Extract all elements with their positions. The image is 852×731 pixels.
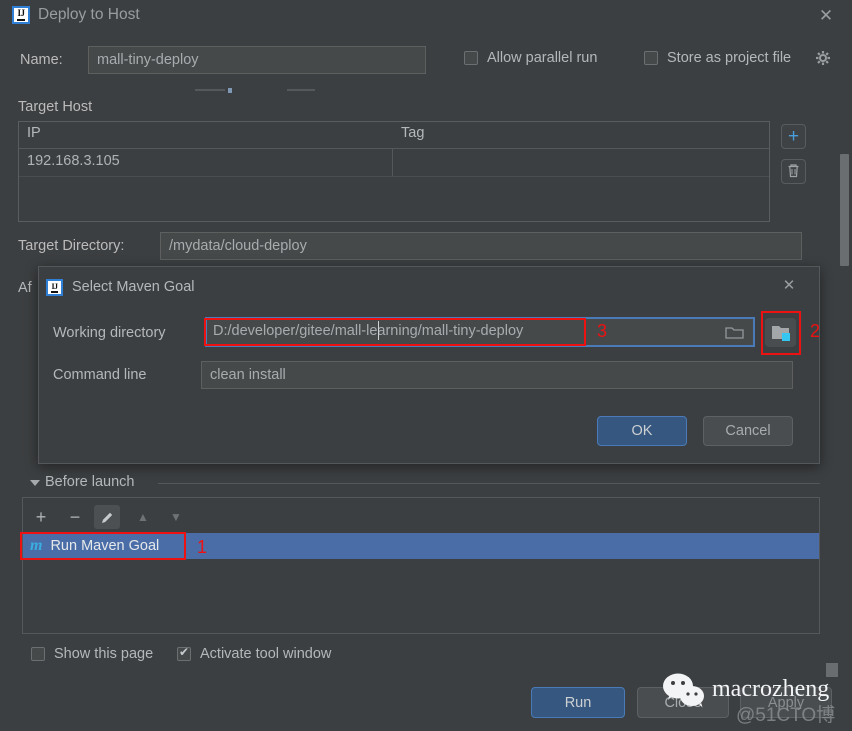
clipped-widget-b [228,88,232,93]
clipped-widget-a [195,89,225,91]
run-button[interactable]: Run [531,687,625,718]
working-directory-label: Working directory [53,325,166,341]
deploy-to-host-dialog: IJ Deploy to Host ✕ Name: Allow parallel… [0,0,852,731]
annotation-marker-1: 1 [197,537,208,557]
before-launch-separator [158,483,820,484]
cancel-button[interactable]: Cancel [703,416,793,446]
select-maven-goal-title: Select Maven Goal [72,279,195,295]
name-label: Name: [20,52,63,68]
annotation-marker-3: 3 [597,321,608,341]
watermark-site: @51CTO博客 [736,705,836,726]
folder-icon[interactable] [725,325,745,341]
target-directory-input[interactable] [160,232,802,260]
activate-tool-window-row[interactable]: Activate tool window [177,645,332,662]
close-icon[interactable]: ✕ [816,6,836,26]
add-host-button[interactable]: + [781,124,806,149]
name-input[interactable] [88,46,426,74]
gear-icon[interactable] [814,50,832,68]
move-up-button[interactable]: ▲ [130,505,156,529]
intellij-idea-icon-inner: IJ [46,279,63,296]
allow-parallel-run-checkbox-row[interactable]: Allow parallel run [464,50,597,66]
show-this-page-row[interactable]: Show this page [31,646,153,662]
annotation-box-1 [20,532,186,560]
plus-icon: + [787,126,800,147]
command-line-label: Command line [53,367,147,383]
activate-tool-window-checkbox[interactable] [177,645,191,661]
watermark-name: macrozheng [712,676,830,702]
activate-tool-window-label: Activate tool window [200,646,332,662]
pencil-icon [101,512,112,523]
cell-ip: 192.168.3.105 [19,149,393,176]
dialog-titlebar: IJ Deploy to Host ✕ [0,0,852,34]
allow-parallel-run-checkbox[interactable] [464,51,478,65]
target-directory-label: Target Directory: [18,238,125,254]
column-header-tag: Tag [401,125,425,141]
intellij-idea-icon: IJ [12,6,30,24]
column-header-ip: IP [27,125,41,141]
trash-icon [787,163,800,180]
annotation-marker-2: 2 [810,321,821,341]
collapse-triangle-icon[interactable] [30,480,40,486]
after-label: Af [18,280,32,296]
store-as-project-file-label: Store as project file [667,50,792,66]
show-this-page-label: Show this page [54,646,154,662]
show-this-page-checkbox[interactable] [31,647,45,661]
wechat-icon [659,671,711,711]
annotation-box-2 [761,311,801,355]
target-host-label: Target Host [18,99,93,115]
remove-task-button[interactable]: − [62,505,88,529]
cell-tag [393,149,409,176]
watermark-square [826,663,838,677]
inner-close-icon[interactable]: ✕ [780,277,798,295]
add-task-button[interactable]: + [28,505,54,529]
table-row[interactable]: 192.168.3.105 [19,149,769,177]
ok-button[interactable]: OK [597,416,687,446]
target-host-table[interactable]: IP Tag 192.168.3.105 [18,121,770,222]
table-header-row: IP Tag [19,122,769,149]
store-as-project-file-checkbox-row[interactable]: Store as project file [644,50,791,66]
edit-task-button[interactable] [94,505,120,529]
page-title: Deploy to Host [38,6,140,23]
command-line-input[interactable] [201,361,793,389]
allow-parallel-run-label: Allow parallel run [487,50,598,66]
delete-host-button[interactable] [781,159,806,184]
before-launch-label: Before launch [45,474,135,490]
store-as-project-file-checkbox[interactable] [644,51,658,65]
dialog-scrollbar[interactable] [838,34,852,694]
annotation-box-3 [204,318,586,346]
scrollbar-thumb[interactable] [840,154,849,266]
move-down-button[interactable]: ▼ [163,505,189,529]
clipped-widget-c [287,89,315,91]
